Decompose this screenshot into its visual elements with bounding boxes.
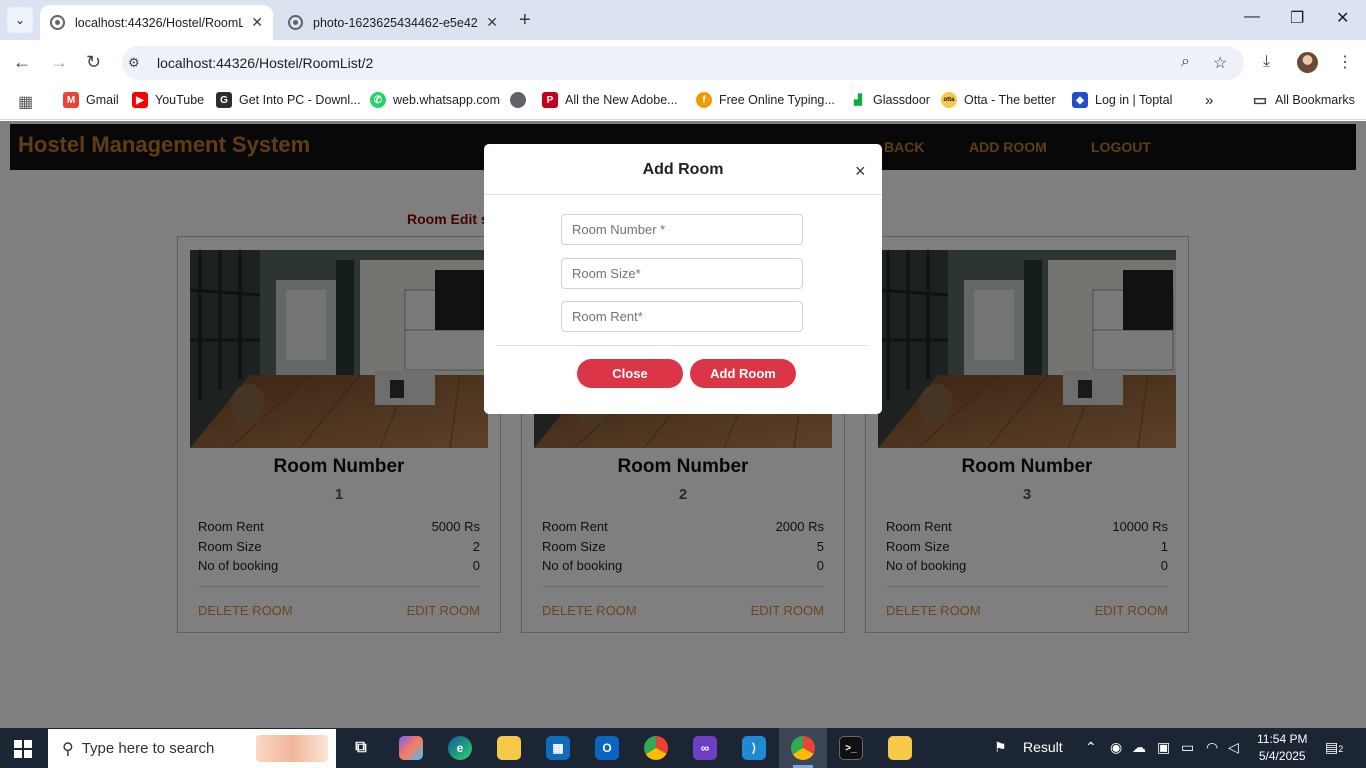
- reload-icon[interactable]: ↻: [86, 52, 101, 73]
- clock[interactable]: 11:54 PM 5/4/2025: [1257, 731, 1307, 765]
- gmail-icon: M: [63, 92, 79, 108]
- otta-icon: otta: [941, 92, 957, 108]
- notification-icon[interactable]: ▤2: [1325, 739, 1343, 756]
- bookmark-globe[interactable]: [510, 92, 533, 108]
- clock-date: 5/4/2025: [1258, 749, 1306, 763]
- getintopc-icon: G: [216, 92, 232, 108]
- more-bookmarks-icon[interactable]: »: [1205, 92, 1213, 109]
- youtube-icon: ▶: [132, 92, 148, 108]
- bookmark-getintopc[interactable]: G Get Into PC - Downl...: [216, 92, 361, 108]
- whatsapp-icon: ✆: [370, 92, 386, 108]
- bookmark-gmail[interactable]: M Gmail: [63, 92, 119, 108]
- chrome-profile-icon[interactable]: [791, 736, 815, 760]
- task-view-icon[interactable]: ⧉: [349, 736, 373, 760]
- display-icon[interactable]: ▣: [1157, 739, 1170, 756]
- close-window-icon[interactable]: ✕: [1336, 8, 1349, 28]
- adobe-icon: P: [542, 92, 558, 108]
- bookmark-label: Gmail: [86, 93, 119, 107]
- globe-icon: [50, 15, 65, 30]
- store-icon[interactable]: ▦: [546, 736, 570, 760]
- visual-studio-icon[interactable]: ∞: [693, 736, 717, 760]
- modal-footer-divider: [496, 345, 868, 346]
- file-explorer-icon[interactable]: [497, 736, 521, 760]
- tab-search-icon[interactable]: ⌄: [7, 7, 33, 33]
- bookmark-typing[interactable]: f Free Online Typing...: [696, 92, 835, 108]
- site-info-icon[interactable]: ⚙: [128, 55, 140, 71]
- chevron-up-icon[interactable]: ⌃: [1085, 739, 1097, 756]
- toptal-icon: ◆: [1072, 92, 1088, 108]
- close-button[interactable]: Close: [577, 359, 683, 388]
- screen: ⌄ localhost:44326/Hostel/RoomLi ✕ photo-…: [0, 0, 1366, 768]
- globe-icon: [288, 15, 303, 30]
- taskbar-search-placeholder: Type here to search: [81, 740, 215, 757]
- bookmark-label: Free Online Typing...: [719, 93, 835, 107]
- search-highlight-image: [256, 735, 328, 762]
- bookmark-label: web.whatsapp.com: [393, 93, 501, 107]
- volume-icon[interactable]: ◁: [1228, 739, 1239, 756]
- edge-icon[interactable]: e: [448, 736, 472, 760]
- glassdoor-icon: ▟: [850, 92, 866, 108]
- profile-avatar[interactable]: [1297, 52, 1318, 73]
- room-number-input[interactable]: [561, 214, 803, 245]
- bookmark-label: YouTube: [155, 93, 205, 107]
- forward-arrow-icon[interactable]: →: [50, 52, 68, 73]
- bookmark-label: Log in | Toptal: [1095, 93, 1173, 107]
- close-tab-icon[interactable]: ✕: [486, 14, 498, 31]
- zoom-icon[interactable]: ⌕: [1181, 53, 1190, 71]
- tab-photo[interactable]: photo-1623625434462-e5e423 ✕: [278, 5, 508, 40]
- star-icon[interactable]: ☆: [1213, 53, 1227, 73]
- bookmark-glassdoor[interactable]: ▟ Glassdoor: [850, 92, 930, 108]
- cloud-icon[interactable]: ☁: [1132, 739, 1146, 756]
- apps-icon[interactable]: ▦: [18, 92, 33, 112]
- outlook-icon[interactable]: O: [595, 736, 619, 760]
- battery-icon[interactable]: ▭: [1181, 739, 1194, 756]
- close-tab-icon[interactable]: ✕: [251, 14, 263, 31]
- bookmark-otta[interactable]: otta Otta - The better: [941, 92, 1055, 108]
- close-icon[interactable]: ×: [855, 161, 866, 182]
- windows-start-icon[interactable]: [14, 740, 32, 758]
- all-bookmarks[interactable]: ▭ All Bookmarks: [1252, 92, 1355, 109]
- globe-icon: [510, 92, 526, 108]
- back-arrow-icon[interactable]: ←: [13, 52, 31, 73]
- snipping-tool-icon[interactable]: [888, 736, 912, 760]
- minimize-icon[interactable]: —: [1244, 8, 1260, 26]
- modal-title: Add Room: [642, 161, 724, 178]
- copilot-icon[interactable]: [399, 736, 423, 760]
- add-room-button[interactable]: Add Room: [690, 359, 796, 388]
- bookmark-adobe[interactable]: P All the New Adobe...: [542, 92, 678, 108]
- typing-icon: f: [696, 92, 712, 108]
- meet-icon[interactable]: ◉: [1110, 739, 1122, 756]
- folder-icon: ▭: [1252, 92, 1268, 109]
- result-label[interactable]: Result: [1023, 739, 1063, 755]
- bookmark-label: Get Into PC - Downl...: [239, 93, 361, 107]
- new-tab-icon[interactable]: +: [519, 9, 531, 32]
- clock-time: 11:54 PM: [1257, 732, 1308, 746]
- restore-icon[interactable]: ❐: [1290, 8, 1304, 28]
- bookmark-label: Otta - The better: [964, 93, 1056, 107]
- bookmark-whatsapp[interactable]: ✆ web.whatsapp.com: [370, 92, 500, 108]
- tab-title: localhost:44326/Hostel/RoomLi: [75, 15, 244, 30]
- menu-icon[interactable]: ⋮: [1337, 52, 1353, 72]
- url-text[interactable]: localhost:44326/Hostel/RoomList/2: [157, 55, 373, 71]
- wifi-icon[interactable]: ◠: [1206, 739, 1218, 756]
- bookmark-label: All the New Adobe...: [565, 93, 678, 107]
- result-icon[interactable]: ⚑: [994, 739, 1007, 756]
- room-size-input[interactable]: [561, 258, 803, 289]
- add-room-modal: Add Room × Close Add Room: [484, 144, 882, 414]
- search-icon: ⚲: [62, 740, 74, 758]
- tab-title: photo-1623625434462-e5e423: [313, 15, 479, 30]
- download-icon[interactable]: ⤓: [1263, 53, 1270, 71]
- vscode-icon[interactable]: ⟩: [742, 736, 766, 760]
- bookmark-youtube[interactable]: ▶ YouTube: [132, 92, 204, 108]
- bookmark-label: Glassdoor: [873, 93, 930, 107]
- all-bookmarks-label: All Bookmarks: [1275, 93, 1355, 107]
- terminal-icon[interactable]: >_: [839, 736, 863, 760]
- notification-count: 2: [1338, 744, 1344, 754]
- modal-header-divider: [484, 194, 882, 195]
- chrome-icon[interactable]: [644, 736, 668, 760]
- bookmark-toptal[interactable]: ◆ Log in | Toptal: [1072, 92, 1172, 108]
- room-rent-input[interactable]: [561, 301, 803, 332]
- taskbar-search[interactable]: ⚲ Type here to search: [48, 729, 336, 768]
- tab-active[interactable]: localhost:44326/Hostel/RoomLi ✕: [40, 5, 273, 40]
